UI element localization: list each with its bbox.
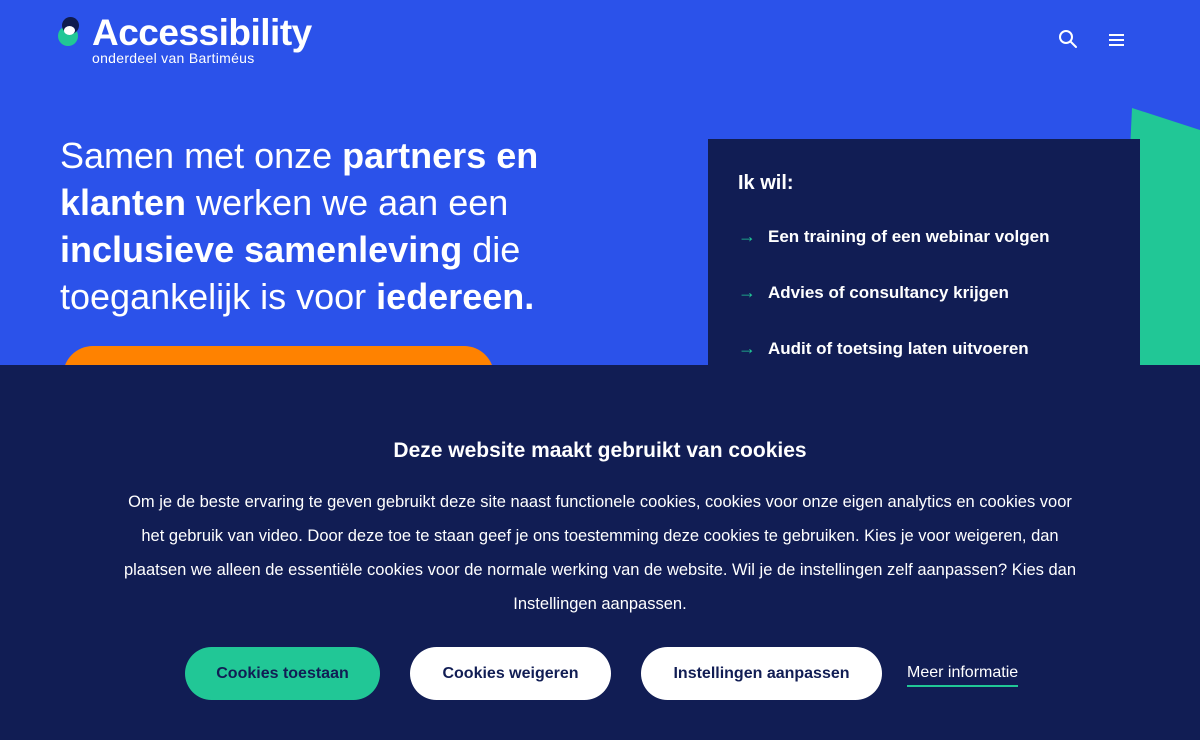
hero-text-bold: iedereen. (376, 276, 535, 317)
panel-link-audit[interactable]: → Audit of toetsing laten uitvoeren (738, 338, 1029, 359)
hamburger-menu-icon (1109, 34, 1124, 46)
panel-link-label: Een training of een webinar volgen (768, 226, 1050, 246)
more-info-link[interactable]: Meer informatie (907, 664, 1019, 687)
cookie-settings-button[interactable]: Instellingen aanpassen (641, 647, 882, 700)
refuse-cookies-button[interactable]: Cookies weigeren (410, 647, 611, 700)
panel-link-advice[interactable]: → Advies of consultancy krijgen (738, 282, 1009, 303)
arrow-right-icon: → (738, 338, 756, 358)
panel-link-training[interactable]: → Een training of een webinar volgen (738, 226, 1050, 247)
hero-text-part: werken we aan een (186, 182, 509, 223)
menu-button[interactable] (1106, 30, 1128, 50)
logo-title: Accessibility (92, 12, 312, 53)
arrow-right-icon: → (738, 282, 756, 302)
accept-cookies-button[interactable]: Cookies toestaan (185, 647, 380, 700)
cookie-description: Om je de beste ervaring te geven gebruik… (123, 493, 1077, 613)
arrow-right-icon: → (738, 226, 756, 246)
panel-link-label: Audit of toetsing laten uitvoeren (768, 338, 1029, 358)
hero-heading: Samen met onze partners en klanten werke… (60, 132, 620, 320)
panel-link-label: Advies of consultancy krijgen (768, 282, 1009, 302)
hero-text-bold: inclusieve samenleving (60, 229, 463, 270)
logo-subtitle: onderdeel van Bartiméus (92, 50, 255, 66)
search-icon (1059, 30, 1077, 48)
site-header: Accessibility onderdeel van Bartiméus (0, 0, 1200, 80)
cookie-title: Deze website maakt gebruikt van cookies (393, 439, 807, 462)
quick-links-panel: Ik wil: → Een training of een webinar vo… (708, 139, 1140, 365)
site-logo[interactable]: Accessibility onderdeel van Bartiméus (58, 12, 312, 66)
hero-text-part: Samen met onze (60, 135, 343, 176)
panel-title: Ik wil: (738, 172, 794, 194)
logo-icon (58, 17, 82, 47)
cookie-banner: Deze website maakt gebruikt van cookies … (0, 365, 1200, 740)
search-button[interactable] (1058, 29, 1078, 49)
